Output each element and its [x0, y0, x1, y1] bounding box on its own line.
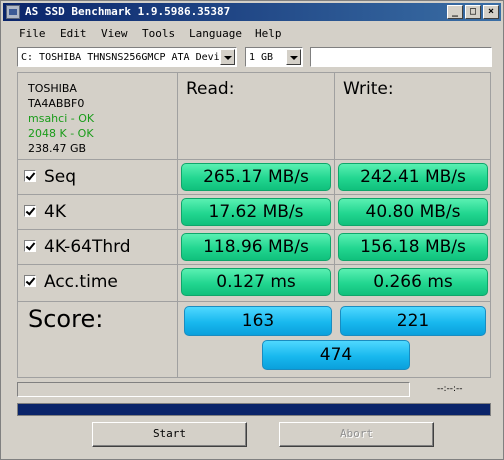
minimize-button[interactable]: _	[447, 5, 463, 19]
row-divider	[18, 194, 490, 195]
chevron-down-icon[interactable]	[286, 49, 301, 65]
seq-write-result: 242.41 MB/s	[338, 163, 488, 191]
text-field[interactable]	[310, 47, 492, 67]
menu-file[interactable]: File	[19, 27, 46, 40]
score-label: Score:	[28, 305, 104, 333]
row-divider	[18, 264, 490, 265]
score-write: 221	[340, 306, 486, 336]
column-divider	[334, 73, 335, 301]
row-divider	[18, 229, 490, 230]
alignment-status: 2048 K - OK	[28, 127, 94, 140]
test-label: Acc.time	[44, 272, 118, 292]
close-button[interactable]: ×	[483, 5, 499, 19]
menu-bar: File Edit View Tools Language Help	[3, 23, 501, 43]
4k-read-result: 17.62 MB/s	[181, 198, 331, 226]
acc-time-write-result: 0.266 ms	[338, 268, 488, 296]
drive-info: TOSHIBA TA4ABBF0 msahci - OK 2048 K - OK…	[28, 81, 94, 156]
maximize-button[interactable]: □	[465, 5, 481, 19]
seq-read-result: 265.17 MB/s	[181, 163, 331, 191]
abort-button[interactable]: Abort	[279, 422, 434, 447]
4k-write-result: 40.80 MB/s	[338, 198, 488, 226]
drive-capacity: 238.47 GB	[28, 142, 87, 155]
acc-time-checkbox[interactable]	[24, 275, 36, 287]
size-select[interactable]: 1 GB	[245, 47, 303, 67]
title-bar[interactable]: AS SSD Benchmark 1.9.5986.35387 _ □ ×	[3, 3, 501, 21]
4k-checkbox[interactable]	[24, 205, 36, 217]
seq-checkbox[interactable]	[24, 170, 36, 182]
4k-64thrd-checkbox[interactable]	[24, 240, 36, 252]
menu-help[interactable]: Help	[255, 27, 282, 40]
4k-64thrd-read-result: 118.96 MB/s	[181, 233, 331, 261]
drive-firmware: TA4ABBF0	[28, 97, 85, 110]
app-icon	[6, 5, 20, 19]
write-column-header: Write:	[343, 79, 394, 99]
acc-time-read-result: 0.127 ms	[181, 268, 331, 296]
column-divider	[177, 73, 178, 377]
status-bar	[17, 382, 410, 397]
drive-select-value: C: TOSHIBA THNSNS256GMCP ATA Devi	[21, 52, 219, 63]
score-read: 163	[184, 306, 332, 336]
test-label: Seq	[44, 167, 77, 187]
driver-status: msahci - OK	[28, 112, 95, 125]
score-total: 474	[262, 340, 410, 370]
test-label: 4K	[44, 202, 66, 222]
menu-edit[interactable]: Edit	[60, 27, 87, 40]
test-label: 4K-64Thrd	[44, 237, 131, 257]
read-column-header: Read:	[186, 79, 235, 99]
row-divider	[18, 159, 490, 160]
window-title: AS SSD Benchmark 1.9.5986.35387	[25, 5, 231, 18]
start-button[interactable]: Start	[92, 422, 247, 447]
elapsed-time: --:--:--	[437, 384, 463, 394]
menu-language[interactable]: Language	[189, 27, 242, 40]
row-divider	[18, 301, 490, 302]
size-select-value: 1 GB	[249, 52, 274, 63]
drive-select[interactable]: C: TOSHIBA THNSNS256GMCP ATA Devi	[17, 47, 237, 67]
app-window: AS SSD Benchmark 1.9.5986.35387 _ □ × Fi…	[0, 0, 504, 460]
drive-vendor: TOSHIBA	[28, 82, 77, 95]
menu-tools[interactable]: Tools	[142, 27, 175, 40]
4k-64thrd-write-result: 156.18 MB/s	[338, 233, 488, 261]
progress-bar	[17, 403, 491, 416]
menu-view[interactable]: View	[101, 27, 128, 40]
results-panel: TOSHIBA TA4ABBF0 msahci - OK 2048 K - OK…	[17, 72, 491, 378]
chevron-down-icon[interactable]	[220, 49, 235, 65]
